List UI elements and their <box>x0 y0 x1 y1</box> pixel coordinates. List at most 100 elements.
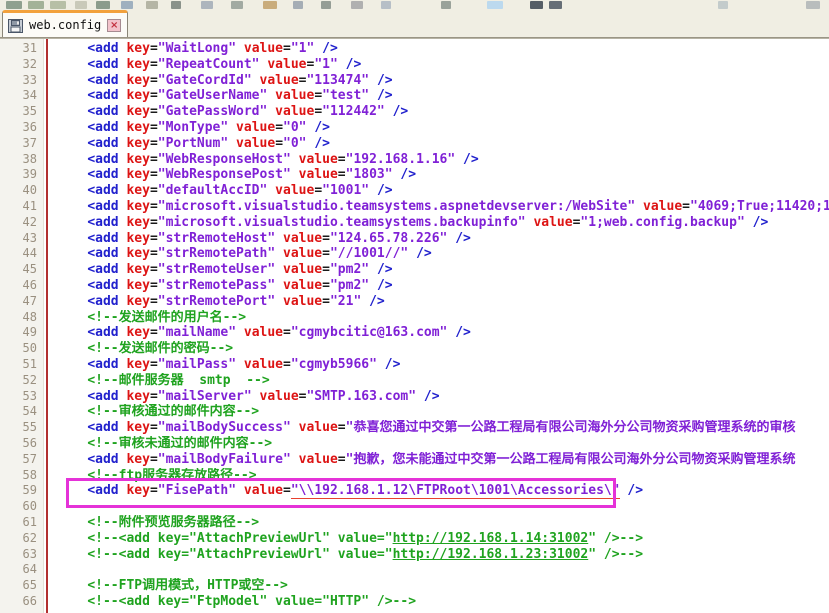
toolbar-icon-fragment[interactable] <box>549 1 562 9</box>
code-line[interactable]: 44 <add key="strRemotePath" value="//100… <box>0 246 829 262</box>
code-line[interactable]: 53 <add key="mailServer" value="SMTP.163… <box>0 389 829 405</box>
code-line[interactable]: 38 <add key="WebResponseHost" value="192… <box>0 152 829 168</box>
code-text: <add key="PortNum" value="0" /> <box>43 136 829 152</box>
code-line[interactable]: 31 <add key="WaitLong" value="1" /> <box>0 41 829 57</box>
code-line[interactable]: 42 <add key="microsoft.visualstudio.team… <box>0 215 829 231</box>
code-text: <add key="defaultAccID" value="1001" /> <box>43 183 829 199</box>
editor-pane[interactable]: 31 <add key="WaitLong" value="1" />32 <a… <box>0 38 829 613</box>
toolbar-icon-fragment[interactable] <box>231 1 243 9</box>
code-line[interactable]: 46 <add key="strRemotePass" value="pm2" … <box>0 278 829 294</box>
line-number: 47 <box>0 294 43 310</box>
line-number: 36 <box>0 120 43 136</box>
line-number: 65 <box>0 578 43 594</box>
code-line[interactable]: 45 <add key="strRemoteUser" value="pm2" … <box>0 262 829 278</box>
code-line[interactable]: 50 <!--发送邮件的密码--> <box>0 341 829 357</box>
toolbar-icon-fragment[interactable] <box>293 1 303 9</box>
line-number: 38 <box>0 152 43 168</box>
code-text: <add key="WebResponseHost" value="192.16… <box>43 152 829 168</box>
toolbar-icon-fragment[interactable] <box>171 1 181 9</box>
line-number: 64 <box>0 562 43 578</box>
toolbar-icon-fragment[interactable] <box>263 1 277 9</box>
code-line[interactable]: 62 <!--<add key="AttachPreviewUrl" value… <box>0 531 829 547</box>
tab-close-icon[interactable]: × <box>107 19 121 32</box>
toolbar-icon-fragment[interactable] <box>50 1 66 9</box>
toolbar-icon-fragment[interactable] <box>6 1 22 9</box>
code-line[interactable]: 51 <add key="mailPass" value="cgmyb5966"… <box>0 357 829 373</box>
line-number: 58 <box>0 468 43 484</box>
code-text: <add key="RepeatCount" value="1" /> <box>43 57 829 73</box>
code-line[interactable]: 36 <add key="MonType" value="0" /> <box>0 120 829 136</box>
toolbar-icon-fragment[interactable] <box>75 1 87 9</box>
toolbar-icon-fragment[interactable] <box>487 1 503 9</box>
code-text: <add key="WaitLong" value="1" /> <box>43 41 829 57</box>
code-line[interactable]: 64 <box>0 562 829 578</box>
code-line[interactable]: 48 <!--发送邮件的用户名--> <box>0 310 829 326</box>
code-line[interactable]: 34 <add key="GateUserName" value="test" … <box>0 88 829 104</box>
code-line[interactable]: 41 <add key="microsoft.visualstudio.team… <box>0 199 829 215</box>
code-line[interactable]: 63 <!--<add key="AttachPreviewUrl" value… <box>0 547 829 563</box>
code-text: <add key="microsoft.visualstudio.teamsys… <box>43 199 829 215</box>
code-text: <!--ftp服务器存放路径--> <box>43 468 829 484</box>
code-text: <add key="strRemotePath" value="//1001//… <box>43 246 829 262</box>
code-line[interactable]: 60 <box>0 499 829 515</box>
line-number: 43 <box>0 231 43 247</box>
tab-web-config[interactable]: web.config × <box>2 10 128 37</box>
line-number: 35 <box>0 104 43 120</box>
code-text: <!--发送邮件的用户名--> <box>43 310 829 326</box>
file-saved-icon <box>8 18 23 32</box>
code-line[interactable]: 54 <!--审核通过的邮件内容--> <box>0 404 829 420</box>
code-text: <!--附件预览服务器路径--> <box>43 515 829 531</box>
code-text: <add key="mailPass" value="cgmyb5966" /> <box>43 357 829 373</box>
code-line[interactable]: 39 <add key="WebResponsePost" value="180… <box>0 167 829 183</box>
code-text: <!--FTP调用模式，HTTP或空--> <box>43 578 829 594</box>
code-text: <!--邮件服务器 smtp --> <box>43 373 829 389</box>
code-text: <!--<add key="AttachPreviewUrl" value="h… <box>43 547 829 563</box>
toolbar-icon-fragment[interactable] <box>441 1 451 9</box>
toolbar-icon-fragment[interactable] <box>201 1 213 9</box>
code-line[interactable]: 55 <add key="mailBodySuccess" value="恭喜您… <box>0 420 829 436</box>
line-number: 31 <box>0 41 43 57</box>
toolbar-icon-fragment[interactable] <box>351 1 363 9</box>
code-line[interactable]: 57 <add key="mailBodyFailure" value="抱歉，… <box>0 452 829 468</box>
line-number: 39 <box>0 167 43 183</box>
line-number: 45 <box>0 262 43 278</box>
code-line[interactable]: 66 <!--<add key="FtpModel" value="HTTP" … <box>0 594 829 610</box>
code-line[interactable]: 35 <add key="GatePassWord" value="112442… <box>0 104 829 120</box>
toolbar-icon-fragment[interactable] <box>146 1 158 9</box>
code-text: <add key="GateCordId" value="113474" /> <box>43 73 829 89</box>
code-line[interactable]: 49 <add key="mailName" value="cgmybcitic… <box>0 325 829 341</box>
code-text: <!--<add key="AttachPreviewUrl" value="h… <box>43 531 829 547</box>
toolbar-icon-fragment[interactable] <box>321 1 331 9</box>
line-number: 50 <box>0 341 43 357</box>
toolbar-icon-fragment[interactable] <box>806 1 820 9</box>
code-text: <add key="GatePassWord" value="112442" /… <box>43 104 829 120</box>
line-number: 63 <box>0 547 43 563</box>
code-line[interactable]: 59 <add key="FisePath" value="\\192.168.… <box>0 483 829 499</box>
code-text: <add key="mailBodySuccess" value="恭喜您通过中… <box>43 420 829 436</box>
code-line[interactable]: 37 <add key="PortNum" value="0" /> <box>0 136 829 152</box>
code-line[interactable]: 58 <!--ftp服务器存放路径--> <box>0 468 829 484</box>
toolbar-icon-fragment[interactable] <box>530 1 543 9</box>
line-number: 51 <box>0 357 43 373</box>
code-text: <add key="mailName" value="cgmybcitic@16… <box>43 325 829 341</box>
code-text: <add key="FisePath" value="\\192.168.1.1… <box>43 483 829 499</box>
code-lines: 31 <add key="WaitLong" value="1" />32 <a… <box>0 41 829 610</box>
toolbar-icon-fragment[interactable] <box>96 1 110 9</box>
code-line[interactable]: 65 <!--FTP调用模式，HTTP或空--> <box>0 578 829 594</box>
toolbar-icon-fragment[interactable] <box>121 1 133 9</box>
code-line[interactable]: 43 <add key="strRemoteHost" value="124.6… <box>0 231 829 247</box>
line-number: 40 <box>0 183 43 199</box>
line-number: 59 <box>0 483 43 499</box>
line-number: 55 <box>0 420 43 436</box>
toolbar-icon-fragment[interactable] <box>718 1 728 9</box>
code-line[interactable]: 56 <!--审核未通过的邮件内容--> <box>0 436 829 452</box>
code-line[interactable]: 32 <add key="RepeatCount" value="1" /> <box>0 57 829 73</box>
code-line[interactable]: 61 <!--附件预览服务器路径--> <box>0 515 829 531</box>
toolbar-icon-fragment[interactable] <box>28 1 44 9</box>
code-line[interactable]: 33 <add key="GateCordId" value="113474" … <box>0 73 829 89</box>
code-line[interactable]: 47 <add key="strRemotePort" value="21" /… <box>0 294 829 310</box>
toolbar-icon-fragment[interactable] <box>381 1 391 9</box>
code-line[interactable]: 52 <!--邮件服务器 smtp --> <box>0 373 829 389</box>
line-number: 57 <box>0 452 43 468</box>
code-line[interactable]: 40 <add key="defaultAccID" value="1001" … <box>0 183 829 199</box>
